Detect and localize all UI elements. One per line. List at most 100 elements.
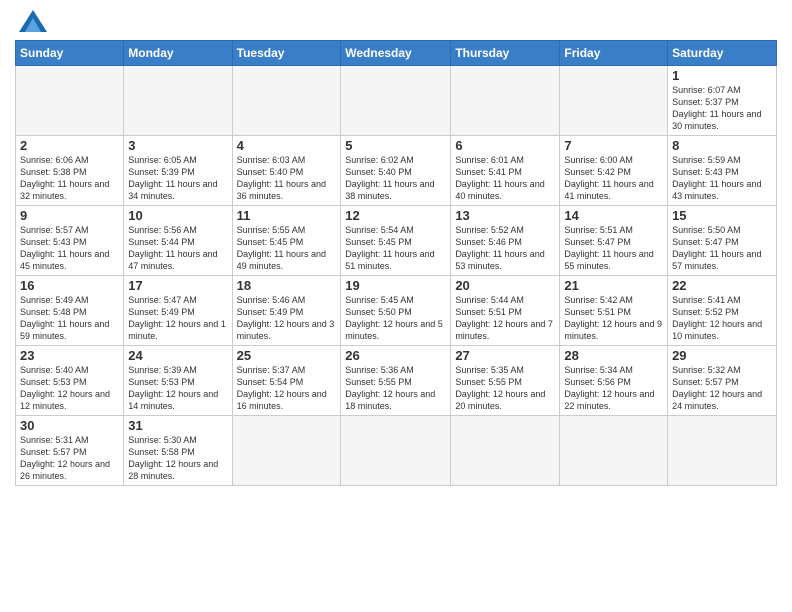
day-number: 30 — [20, 418, 119, 433]
calendar-cell — [232, 66, 341, 136]
calendar-cell — [124, 66, 232, 136]
header-sunday: Sunday — [16, 41, 124, 66]
calendar-week-5: 23Sunrise: 5:40 AM Sunset: 5:53 PM Dayli… — [16, 346, 777, 416]
calendar-cell — [560, 416, 668, 486]
day-number: 7 — [564, 138, 663, 153]
calendar-cell: 17Sunrise: 5:47 AM Sunset: 5:49 PM Dayli… — [124, 276, 232, 346]
calendar-cell: 18Sunrise: 5:46 AM Sunset: 5:49 PM Dayli… — [232, 276, 341, 346]
day-info: Sunrise: 5:46 AM Sunset: 5:49 PM Dayligh… — [237, 294, 337, 343]
header-tuesday: Tuesday — [232, 41, 341, 66]
calendar-week-3: 9Sunrise: 5:57 AM Sunset: 5:43 PM Daylig… — [16, 206, 777, 276]
day-number: 15 — [672, 208, 772, 223]
calendar-table: SundayMondayTuesdayWednesdayThursdayFrid… — [15, 40, 777, 486]
day-info: Sunrise: 5:59 AM Sunset: 5:43 PM Dayligh… — [672, 154, 772, 203]
calendar-cell — [341, 416, 451, 486]
calendar-cell — [232, 416, 341, 486]
day-info: Sunrise: 5:55 AM Sunset: 5:45 PM Dayligh… — [237, 224, 337, 273]
calendar-cell: 31Sunrise: 5:30 AM Sunset: 5:58 PM Dayli… — [124, 416, 232, 486]
calendar-cell — [341, 66, 451, 136]
day-number: 2 — [20, 138, 119, 153]
calendar-cell: 25Sunrise: 5:37 AM Sunset: 5:54 PM Dayli… — [232, 346, 341, 416]
day-number: 10 — [128, 208, 227, 223]
day-info: Sunrise: 5:37 AM Sunset: 5:54 PM Dayligh… — [237, 364, 337, 413]
day-info: Sunrise: 5:54 AM Sunset: 5:45 PM Dayligh… — [345, 224, 446, 273]
day-number: 29 — [672, 348, 772, 363]
day-number: 26 — [345, 348, 446, 363]
day-number: 5 — [345, 138, 446, 153]
day-info: Sunrise: 6:06 AM Sunset: 5:38 PM Dayligh… — [20, 154, 119, 203]
calendar-cell: 1Sunrise: 6:07 AM Sunset: 5:37 PM Daylig… — [668, 66, 777, 136]
calendar-week-4: 16Sunrise: 5:49 AM Sunset: 5:48 PM Dayli… — [16, 276, 777, 346]
day-number: 18 — [237, 278, 337, 293]
day-info: Sunrise: 5:57 AM Sunset: 5:43 PM Dayligh… — [20, 224, 119, 273]
day-info: Sunrise: 5:36 AM Sunset: 5:55 PM Dayligh… — [345, 364, 446, 413]
logo — [15, 10, 47, 32]
calendar-cell: 14Sunrise: 5:51 AM Sunset: 5:47 PM Dayli… — [560, 206, 668, 276]
calendar-cell: 9Sunrise: 5:57 AM Sunset: 5:43 PM Daylig… — [16, 206, 124, 276]
day-info: Sunrise: 5:51 AM Sunset: 5:47 PM Dayligh… — [564, 224, 663, 273]
header-saturday: Saturday — [668, 41, 777, 66]
day-number: 4 — [237, 138, 337, 153]
day-info: Sunrise: 5:44 AM Sunset: 5:51 PM Dayligh… — [455, 294, 555, 343]
calendar-cell: 28Sunrise: 5:34 AM Sunset: 5:56 PM Dayli… — [560, 346, 668, 416]
day-number: 25 — [237, 348, 337, 363]
day-info: Sunrise: 5:47 AM Sunset: 5:49 PM Dayligh… — [128, 294, 227, 343]
day-number: 22 — [672, 278, 772, 293]
day-number: 14 — [564, 208, 663, 223]
day-number: 24 — [128, 348, 227, 363]
day-number: 27 — [455, 348, 555, 363]
calendar-cell: 4Sunrise: 6:03 AM Sunset: 5:40 PM Daylig… — [232, 136, 341, 206]
day-number: 9 — [20, 208, 119, 223]
header-wednesday: Wednesday — [341, 41, 451, 66]
calendar-cell: 26Sunrise: 5:36 AM Sunset: 5:55 PM Dayli… — [341, 346, 451, 416]
day-number: 17 — [128, 278, 227, 293]
calendar-cell: 24Sunrise: 5:39 AM Sunset: 5:53 PM Dayli… — [124, 346, 232, 416]
calendar-cell: 6Sunrise: 6:01 AM Sunset: 5:41 PM Daylig… — [451, 136, 560, 206]
day-info: Sunrise: 6:02 AM Sunset: 5:40 PM Dayligh… — [345, 154, 446, 203]
day-number: 6 — [455, 138, 555, 153]
calendar-cell: 27Sunrise: 5:35 AM Sunset: 5:55 PM Dayli… — [451, 346, 560, 416]
calendar-cell: 12Sunrise: 5:54 AM Sunset: 5:45 PM Dayli… — [341, 206, 451, 276]
day-info: Sunrise: 5:31 AM Sunset: 5:57 PM Dayligh… — [20, 434, 119, 483]
day-info: Sunrise: 6:07 AM Sunset: 5:37 PM Dayligh… — [672, 84, 772, 133]
calendar-cell: 30Sunrise: 5:31 AM Sunset: 5:57 PM Dayli… — [16, 416, 124, 486]
header-thursday: Thursday — [451, 41, 560, 66]
calendar-week-2: 2Sunrise: 6:06 AM Sunset: 5:38 PM Daylig… — [16, 136, 777, 206]
header-friday: Friday — [560, 41, 668, 66]
day-info: Sunrise: 5:45 AM Sunset: 5:50 PM Dayligh… — [345, 294, 446, 343]
calendar-cell — [16, 66, 124, 136]
calendar-cell: 29Sunrise: 5:32 AM Sunset: 5:57 PM Dayli… — [668, 346, 777, 416]
header-monday: Monday — [124, 41, 232, 66]
calendar-cell: 7Sunrise: 6:00 AM Sunset: 5:42 PM Daylig… — [560, 136, 668, 206]
day-info: Sunrise: 5:40 AM Sunset: 5:53 PM Dayligh… — [20, 364, 119, 413]
calendar-cell: 13Sunrise: 5:52 AM Sunset: 5:46 PM Dayli… — [451, 206, 560, 276]
day-number: 12 — [345, 208, 446, 223]
day-number: 1 — [672, 68, 772, 83]
day-info: Sunrise: 5:41 AM Sunset: 5:52 PM Dayligh… — [672, 294, 772, 343]
day-info: Sunrise: 5:49 AM Sunset: 5:48 PM Dayligh… — [20, 294, 119, 343]
day-number: 28 — [564, 348, 663, 363]
calendar-cell — [451, 66, 560, 136]
day-number: 19 — [345, 278, 446, 293]
calendar-cell: 16Sunrise: 5:49 AM Sunset: 5:48 PM Dayli… — [16, 276, 124, 346]
day-number: 23 — [20, 348, 119, 363]
calendar-week-6: 30Sunrise: 5:31 AM Sunset: 5:57 PM Dayli… — [16, 416, 777, 486]
day-info: Sunrise: 5:52 AM Sunset: 5:46 PM Dayligh… — [455, 224, 555, 273]
day-info: Sunrise: 5:32 AM Sunset: 5:57 PM Dayligh… — [672, 364, 772, 413]
day-info: Sunrise: 6:03 AM Sunset: 5:40 PM Dayligh… — [237, 154, 337, 203]
calendar-cell — [560, 66, 668, 136]
day-info: Sunrise: 6:00 AM Sunset: 5:42 PM Dayligh… — [564, 154, 663, 203]
day-number: 20 — [455, 278, 555, 293]
day-number: 11 — [237, 208, 337, 223]
calendar-cell: 11Sunrise: 5:55 AM Sunset: 5:45 PM Dayli… — [232, 206, 341, 276]
day-number: 31 — [128, 418, 227, 433]
day-number: 13 — [455, 208, 555, 223]
day-info: Sunrise: 5:56 AM Sunset: 5:44 PM Dayligh… — [128, 224, 227, 273]
calendar-cell — [451, 416, 560, 486]
day-info: Sunrise: 5:42 AM Sunset: 5:51 PM Dayligh… — [564, 294, 663, 343]
day-info: Sunrise: 6:05 AM Sunset: 5:39 PM Dayligh… — [128, 154, 227, 203]
calendar-cell: 10Sunrise: 5:56 AM Sunset: 5:44 PM Dayli… — [124, 206, 232, 276]
header — [15, 10, 777, 32]
calendar-cell: 3Sunrise: 6:05 AM Sunset: 5:39 PM Daylig… — [124, 136, 232, 206]
calendar-cell: 23Sunrise: 5:40 AM Sunset: 5:53 PM Dayli… — [16, 346, 124, 416]
